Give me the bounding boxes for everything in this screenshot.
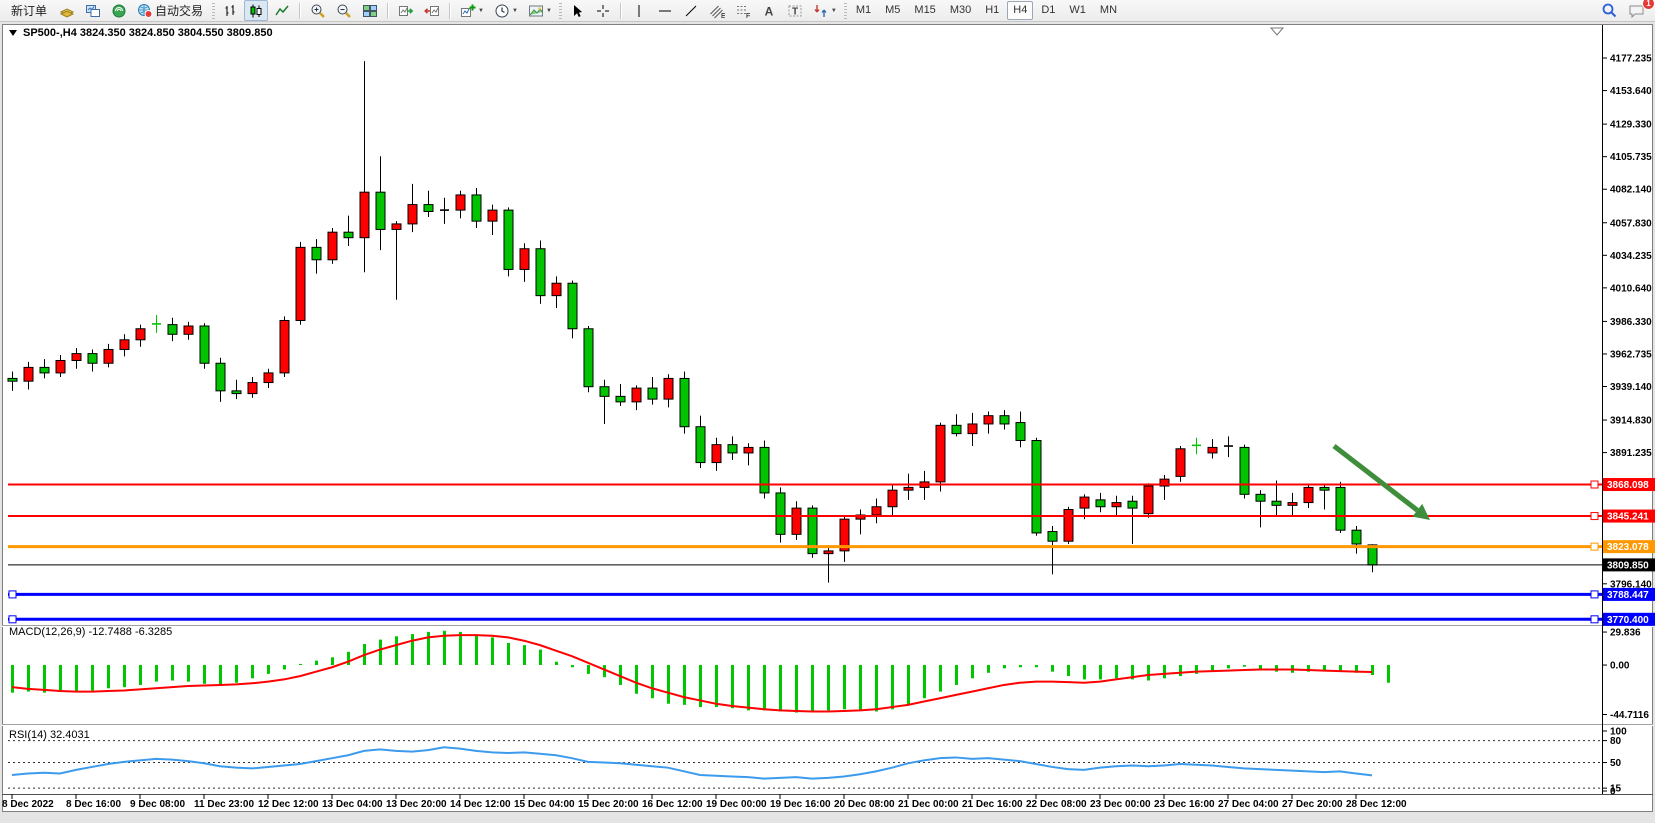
timeframe-m1-button[interactable]: M1 — [850, 1, 877, 20]
candlestick-icon — [248, 3, 264, 19]
text-tool-icon: A — [761, 3, 777, 19]
toolbar-grip[interactable] — [559, 3, 562, 19]
dropdown-caret-icon[interactable]: ▼ — [478, 8, 484, 14]
auto-scroll-icon — [398, 3, 414, 19]
svg-text:T: T — [792, 6, 798, 17]
charts-profile-button[interactable] — [55, 0, 79, 21]
notifications-button[interactable]: 1 — [1624, 0, 1650, 21]
rsi-indicator-label: RSI(14) 32.4031 — [9, 729, 90, 741]
macd-indicator-label: MACD(12,26,9) -12.7488 -6.3285 — [9, 626, 172, 638]
label-tool-button[interactable]: T — [783, 0, 807, 21]
timeframe-mn-button[interactable]: MN — [1094, 1, 1123, 20]
navigator-icon — [111, 3, 127, 19]
template-icon — [528, 3, 544, 19]
zoom-in-icon — [310, 3, 326, 19]
fibonacci-icon: F — [735, 3, 751, 19]
one-click-trading-toggle[interactable] — [9, 30, 17, 36]
auto-scroll-button[interactable] — [394, 0, 418, 21]
crosshair-tool-button[interactable] — [591, 0, 615, 21]
dropdown-caret-icon[interactable]: ▼ — [546, 8, 552, 14]
chart-title: SP500-,H4 3824.350 3824.850 3804.550 380… — [23, 27, 273, 39]
autotrading-button[interactable]: 自动交易 — [133, 0, 209, 21]
toolbar-grip[interactable] — [844, 3, 847, 19]
navigator-button[interactable] — [107, 0, 131, 21]
timeframe-m15-button[interactable]: M15 — [908, 1, 941, 20]
arrows-tool-button[interactable]: ▼ — [809, 0, 841, 21]
vertical-line-tool-button[interactable] — [627, 0, 651, 21]
autotrading-label: 自动交易 — [155, 2, 203, 19]
market-watch-icon — [85, 3, 101, 19]
market-watch-button[interactable] — [81, 0, 105, 21]
toolbar-separator — [620, 3, 622, 19]
svg-text:A: A — [765, 4, 774, 18]
ohlc-bars-icon — [222, 3, 238, 19]
cursor-arrow-icon — [569, 3, 585, 19]
vertical-line-icon — [631, 3, 647, 19]
toolbar-grip[interactable] — [212, 3, 215, 19]
timeframe-h1-button[interactable]: H1 — [979, 1, 1005, 20]
zoom-in-button[interactable] — [306, 0, 330, 21]
chart-symbol-period: SP500-,H4 — [23, 27, 77, 39]
text-tool-button[interactable]: A — [757, 0, 781, 21]
line-chart-icon — [274, 3, 290, 19]
equidistant-channel-icon: E — [709, 3, 725, 19]
dropdown-caret-icon[interactable]: ▼ — [512, 8, 518, 14]
timeframe-m5-button[interactable]: M5 — [879, 1, 906, 20]
cursor-tool-button[interactable] — [565, 0, 589, 21]
dropdown-caret-icon[interactable]: ▼ — [831, 8, 837, 14]
toolbar-separator — [449, 3, 451, 19]
label-tool-icon: T — [787, 3, 803, 19]
new-order-label: 新订单 — [11, 2, 47, 19]
timeframe-d1-button[interactable]: D1 — [1035, 1, 1061, 20]
toolbar-right-group: 1 — [1596, 0, 1651, 21]
indicators-button[interactable]: ▼ — [456, 0, 488, 21]
svg-text:E: E — [721, 13, 725, 19]
main-toolbar: 新订单 自动交易 — [0, 0, 1655, 22]
timeframe-w1-button[interactable]: W1 — [1063, 1, 1092, 20]
crosshair-icon — [595, 3, 611, 19]
zoom-out-button[interactable] — [332, 0, 356, 21]
zoom-out-icon — [336, 3, 352, 19]
trendline-tool-button[interactable] — [679, 0, 703, 21]
timeframe-group: M1M5M15M30H1H4D1W1MN — [849, 1, 1124, 20]
add-indicator-icon — [460, 3, 476, 19]
chart-ohlc-values: 3824.350 3824.850 3804.550 3809.850 — [80, 27, 273, 39]
periods-button[interactable]: ▼ — [490, 0, 522, 21]
tile-windows-icon — [362, 3, 378, 19]
line-chart-mode-button[interactable] — [270, 0, 294, 21]
search-button[interactable] — [1597, 0, 1622, 21]
gold-stack-icon — [59, 3, 75, 19]
new-order-button[interactable]: 新订单 — [5, 0, 53, 21]
time-axis[interactable] — [0, 795, 1600, 813]
templates-button[interactable]: ▼ — [524, 0, 556, 21]
svg-text:F: F — [746, 13, 750, 19]
fibonacci-tool-button[interactable]: F — [731, 0, 755, 21]
notification-badge: 1 — [1642, 0, 1655, 10]
timeframe-h4-button[interactable]: H4 — [1007, 1, 1033, 20]
chart-shift-button[interactable] — [420, 0, 444, 21]
horizontal-line-icon — [657, 3, 673, 19]
trendline-icon — [683, 3, 699, 19]
chart-shift-icon — [424, 3, 440, 19]
chart-canvas[interactable]: 4177.2354153.6404129.3304105.7354082.140… — [0, 0, 1655, 823]
horizontal-line-tool-button[interactable] — [653, 0, 677, 21]
arrows-icon — [813, 3, 829, 19]
search-icon — [1601, 2, 1618, 19]
bar-chart-mode-button[interactable] — [218, 0, 242, 21]
toolbar-separator — [387, 3, 389, 19]
timeframe-m30-button[interactable]: M30 — [944, 1, 977, 20]
channel-tool-button[interactable]: E — [705, 0, 729, 21]
price-axis[interactable] — [1603, 24, 1655, 794]
autotrading-globe-icon — [137, 3, 153, 19]
clock-icon — [494, 3, 510, 19]
candlestick-mode-button[interactable] — [244, 0, 268, 21]
tile-windows-button[interactable] — [358, 0, 382, 21]
toolbar-separator — [299, 3, 301, 19]
